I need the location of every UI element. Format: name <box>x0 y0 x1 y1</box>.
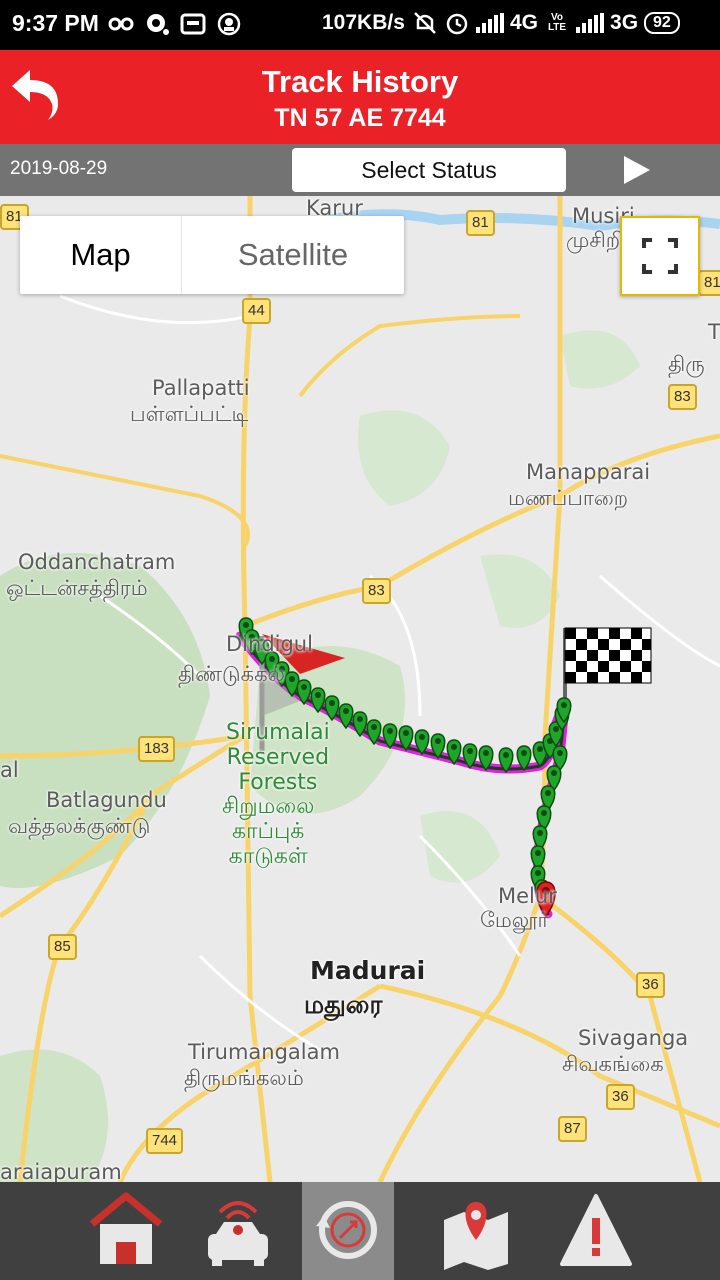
place-tiru-partial: திரு <box>668 352 705 376</box>
place-dindigul-en: Dindigul <box>226 632 313 656</box>
road-shield: 81 <box>698 270 720 296</box>
map-type-control: Map Satellite <box>20 216 404 294</box>
place-sirumalai-ta: சிறுமலை காப்புக் காடுகள் <box>222 794 315 869</box>
network-speed: 107KB/s <box>322 11 405 34</box>
screen-icon <box>180 13 206 35</box>
fullscreen-button[interactable] <box>620 216 700 296</box>
road-shield: 83 <box>362 578 391 604</box>
nav-home[interactable] <box>80 1182 172 1280</box>
status-bar: 9:37 PM 107KB/s 4G Vo LTE 3G 92 <box>0 0 720 50</box>
place-tirumangalam-ta: திருமங்கலம் <box>184 1066 304 1090</box>
place-manapparai-en: Manapparai <box>526 460 651 484</box>
place-rajapuram: araiapuram <box>0 1160 122 1182</box>
network-type-2: 3G <box>610 11 639 34</box>
road-shield: 36 <box>606 1084 635 1110</box>
volte-label: Vo LTE <box>547 12 567 33</box>
place-t-partial: T <box>708 320 720 344</box>
mute-icon <box>414 12 436 34</box>
app-icon <box>217 12 241 36</box>
nav-alert[interactable] <box>550 1182 642 1280</box>
place-oddanchatram-ta: ஒட்டன்சத்திரம் <box>6 576 148 600</box>
road-shield: 81 <box>466 210 495 236</box>
place-pallapatti-ta: பள்ளப்பட்டி <box>130 402 249 426</box>
forest-area <box>358 410 450 506</box>
alert-icon <box>560 1194 632 1266</box>
place-batlagundu-en: Batlagundu <box>46 788 167 812</box>
place-dindigul-ta: திண்டுக்கல் <box>178 662 285 686</box>
signal-2-icon <box>576 13 605 33</box>
road-shield: 744 <box>146 1128 184 1154</box>
place-melur-ta: மேலூர் <box>480 908 549 932</box>
alarm-icon <box>446 13 468 35</box>
place-sivaganga-ta: சிவகங்கை <box>562 1052 664 1076</box>
vehicle-number: TN 57 AE 7744 <box>274 104 446 132</box>
bottom-nav <box>0 1182 720 1280</box>
road <box>0 454 250 547</box>
place-sivaganga-en: Sivaganga <box>578 1026 689 1050</box>
nav-track-history[interactable] <box>302 1182 394 1280</box>
road-shield: 87 <box>558 1116 587 1142</box>
place-musiri-ta: முசிறி <box>566 228 624 252</box>
road <box>59 294 251 325</box>
place-madurai-ta: மதுரை <box>304 990 383 1019</box>
map-type-map-button[interactable]: Map <box>20 216 182 294</box>
nav-map-location[interactable] <box>430 1182 522 1280</box>
select-status-button[interactable]: Select Status <box>292 148 566 192</box>
filter-bar: 2019-08-29 Select Status <box>0 144 720 196</box>
status-time: 9:37 PM <box>12 10 99 36</box>
play-icon[interactable] <box>618 152 654 188</box>
map-view[interactable]: Karur Musiri முசிறி T திரு Pallapatti பள… <box>0 196 720 1182</box>
place-melur-en: Melur <box>498 884 557 908</box>
road-shield: 83 <box>668 384 697 410</box>
chat-icon <box>147 14 169 35</box>
status-right-icons: 4G Vo LTE 3G 92 <box>412 10 680 36</box>
place-pallapatti-en: Pallapatti <box>152 376 250 400</box>
place-tirumangalam-en: Tirumangalam <box>188 1040 340 1064</box>
status-left-icons <box>108 12 242 36</box>
page-title: Track History <box>261 64 459 99</box>
live-tracking-icon <box>208 1201 268 1266</box>
road <box>379 983 720 1129</box>
date-label[interactable]: 2019-08-29 <box>10 158 107 180</box>
road <box>298 314 521 398</box>
road-shield: 44 <box>242 298 271 324</box>
nav-live-tracking[interactable] <box>192 1182 284 1280</box>
map-type-satellite-button[interactable]: Satellite <box>182 216 404 294</box>
forest-area <box>560 330 640 389</box>
glasses-icon <box>108 17 134 31</box>
place-al-partial: al <box>0 758 19 782</box>
place-sirumalai-en: Sirumalai Reserved Forests <box>226 720 330 795</box>
battery-icon: 92 <box>644 12 680 34</box>
fullscreen-icon <box>642 238 678 274</box>
road-shield: 183 <box>138 736 176 762</box>
forest-area <box>480 554 560 628</box>
place-manapparai-ta: மணப்பாறை <box>508 486 629 510</box>
track-history-icon <box>316 1201 377 1259</box>
finish-flag-icon <box>563 627 652 716</box>
map-location-icon <box>444 1202 508 1270</box>
place-madurai-en: Madurai <box>310 956 426 985</box>
place-batlagundu-ta: வத்தலக்குண்டு <box>8 814 151 838</box>
road-shield: 85 <box>48 934 77 960</box>
road-shield: 36 <box>636 972 665 998</box>
app-header: Track History TN 57 AE 7744 <box>0 50 720 144</box>
place-oddanchatram-en: Oddanchatram <box>18 550 176 574</box>
network-type-1: 4G <box>510 11 539 34</box>
home-icon <box>89 1192 163 1264</box>
signal-icon <box>476 13 504 33</box>
